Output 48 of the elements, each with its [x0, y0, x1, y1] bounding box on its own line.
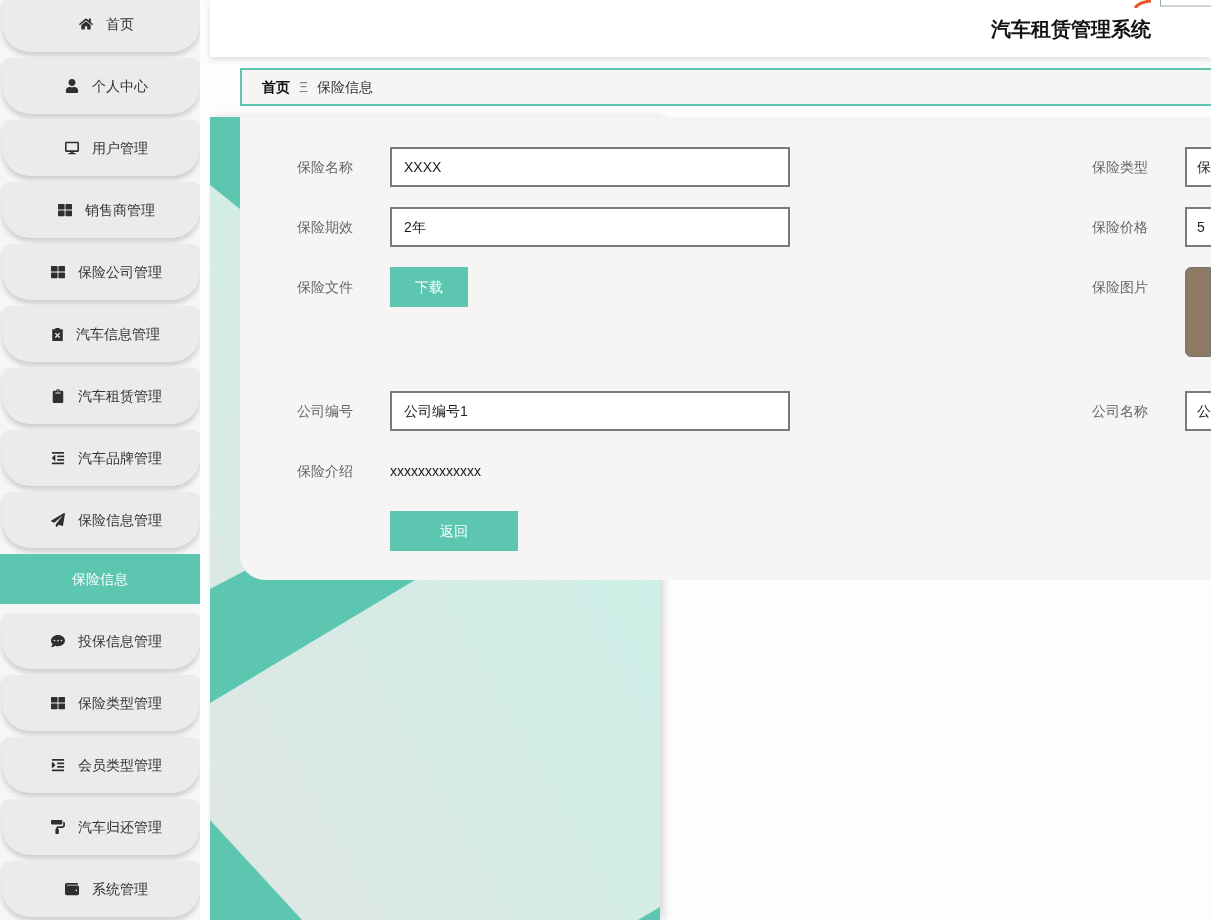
app-title: 汽车租赁管理系统: [991, 16, 1151, 42]
grid-icon: [57, 203, 72, 217]
sidebar-item[interactable]: 汽车信息管理: [2, 306, 200, 362]
sidebar-item[interactable]: 首页: [2, 0, 200, 52]
field-label: 保险图片: [1092, 277, 1148, 297]
clipboard-icon: [50, 389, 65, 403]
list-icon: [50, 451, 65, 465]
chat-bubble-icon: [50, 634, 65, 648]
user-icon: [64, 79, 79, 93]
field-label: 保险名称: [297, 157, 353, 177]
field-label: 保险类型: [1092, 157, 1148, 177]
home-icon: [78, 17, 93, 31]
input-field[interactable]: 保: [1185, 147, 1211, 187]
sidebar-item[interactable]: 保险公司管理: [2, 244, 200, 300]
paint-roller-icon: [50, 820, 65, 834]
sidebar-item[interactable]: 汽车归还管理: [2, 799, 200, 855]
input-field[interactable]: XXXX: [390, 147, 790, 187]
field-label: 公司编号: [297, 401, 353, 421]
sidebar-item[interactable]: 投保信息管理: [2, 613, 200, 669]
input-field[interactable]: 5: [1185, 207, 1211, 247]
wallet-icon: [64, 882, 79, 896]
grid-icon: [50, 696, 65, 710]
paper-plane-icon: [50, 513, 65, 527]
sidebar-item[interactable]: 会员类型管理: [2, 737, 200, 793]
field-label: 保险文件: [297, 277, 353, 297]
grid-icon: [50, 265, 65, 279]
sidebar-item[interactable]: 系统管理: [2, 861, 200, 917]
clipboard-x-icon: [52, 327, 63, 341]
sidebar-item[interactable]: 汽车品牌管理: [2, 430, 200, 486]
breadcrumb-link[interactable]: 首页: [262, 76, 290, 98]
field-label: 保险价格: [1092, 217, 1148, 237]
field-value: xxxxxxxxxxxxx: [390, 461, 481, 481]
input-field[interactable]: 2年: [390, 207, 790, 247]
sidebar-item[interactable]: 保险信息管理: [2, 492, 200, 548]
field-label: 保险期效: [297, 217, 353, 237]
monitor-icon: [64, 141, 79, 155]
list-icon: [50, 758, 65, 772]
sidebar-item[interactable]: 汽车租赁管理: [2, 368, 200, 424]
breadcrumb-link[interactable]: 保险信息: [317, 76, 374, 98]
breadcrumb-separator: Ξ: [299, 77, 309, 97]
sidebar-item[interactable]: 保险类型管理: [2, 675, 200, 731]
input-field[interactable]: 公: [1185, 391, 1211, 431]
field-label: 公司名称: [1092, 401, 1148, 421]
field-label: 保险介绍: [297, 461, 353, 481]
sidebar-item[interactable]: 个人中心: [2, 58, 200, 114]
sidebar-item[interactable]: 销售商管理: [2, 182, 200, 238]
sidebar-item[interactable]: 用户管理: [2, 120, 200, 176]
input-field[interactable]: 公司编号1: [390, 391, 790, 431]
